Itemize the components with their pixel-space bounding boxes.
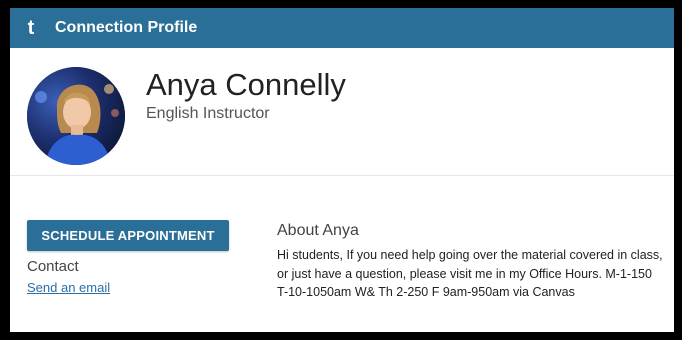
send-email-link[interactable]: Send an email [27, 280, 110, 295]
about-text: Hi students, If you need help going over… [277, 248, 663, 299]
header-bar: t Connection Profile [10, 8, 674, 48]
schedule-appointment-button[interactable]: SCHEDULE APPOINTMENT [27, 220, 229, 251]
about-heading: About Anya [277, 222, 359, 239]
profile-window: t Connection Profile Anya Connelly Engli… [10, 8, 674, 332]
page-title: Connection Profile [55, 19, 198, 36]
profile-photo-icon [27, 67, 125, 165]
app-logo[interactable]: t [20, 18, 42, 38]
profile-name: Anya Connelly [146, 67, 346, 102]
avatar [27, 67, 125, 165]
contact-heading: Contact [27, 258, 79, 275]
section-divider [10, 175, 674, 176]
profile-role: English Instructor [146, 105, 270, 122]
